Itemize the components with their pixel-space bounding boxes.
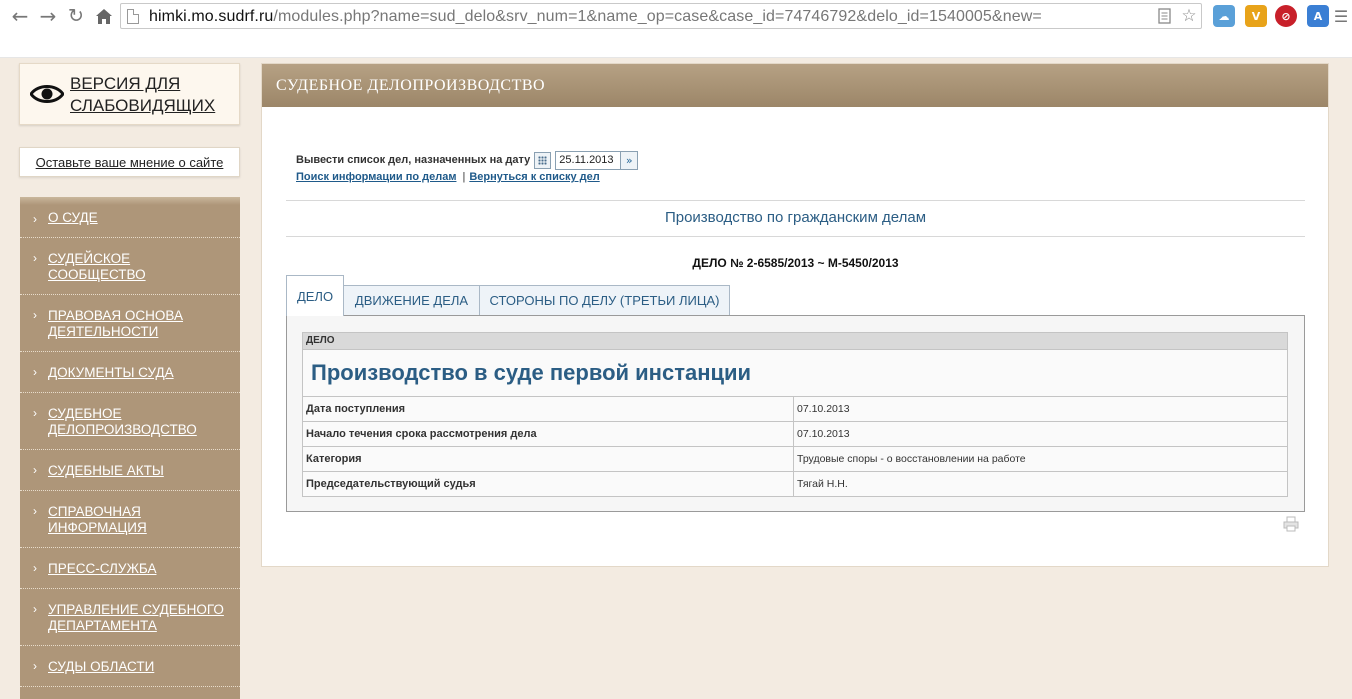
reload-icon[interactable]: ↻ [64, 4, 88, 28]
extension-translate-icon[interactable]: A [1307, 5, 1329, 27]
section-title: Производство по гражданским делам [664, 209, 927, 226]
table-row: Дата поступления 07.10.2013 [303, 396, 1287, 421]
address-bar[interactable]: himki.mo.sudrf.ru/modules.php?name=sud_d… [120, 3, 1202, 29]
arrow-right-icon: › [33, 659, 37, 673]
sidebar-item-label: СУДЕБНЫЕ АКТЫ [48, 463, 164, 478]
sidebar-item-label: О СУДЕ [48, 210, 98, 225]
submit-date-button[interactable]: » [621, 150, 639, 170]
arrow-right-icon: › [33, 251, 37, 265]
tab-label: ДВИЖЕНИЕ ДЕЛА [354, 293, 469, 308]
sidebar-item-label: ПРЕСС-СЛУЖБА [48, 561, 157, 576]
table-value: 07.10.2013 [797, 428, 850, 440]
star-icon[interactable]: ☆ [1179, 6, 1199, 26]
link-separator: | [462, 171, 466, 183]
sidebar-item-label: СПРАВОЧНАЯ ИНФОРМАЦИЯ [48, 504, 147, 535]
page-icon [127, 9, 139, 24]
sidebar-item-court-acts[interactable]: › СУДЕБНЫЕ АКТЫ [20, 450, 240, 491]
extension-cloud-icon[interactable]: ☁ [1213, 5, 1235, 27]
feedback-link[interactable]: Оставьте ваше мнение о сайте [19, 147, 240, 177]
url-host: himki.mo.sudrf.ru [149, 8, 274, 25]
menu-icon[interactable]: ☰ [1334, 4, 1348, 28]
arrow-right-icon: › [33, 212, 37, 226]
sidebar-item-judicial-department[interactable]: › УПРАВЛЕНИЕ СУДЕБНОГО ДЕПАРТАМЕНТА [20, 589, 240, 646]
main-content: СУДЕБНОЕ ДЕЛОПРОИЗВОДСТВО Вывести список… [261, 63, 1329, 567]
sidebar-item-label: ПРАВОВАЯ ОСНОВА ДЕЯТЕЛЬНОСТИ [48, 308, 183, 339]
sidebar-item-label: СУДЫ ОБЛАСТИ [48, 659, 155, 674]
tab-case-movement[interactable]: ДВИЖЕНИЕ ДЕЛА [343, 285, 480, 316]
date-filter: Вывести список дел, назначенных на дату … [296, 150, 639, 170]
low-vision-version-link[interactable]: ВЕРСИЯ ДЛЯ СЛАБОВИДЯЩИХ [19, 63, 240, 125]
table-key: Председательствующий судья [303, 472, 794, 496]
table-key: Дата поступления [303, 397, 794, 421]
arrow-right-icon: › [33, 406, 37, 420]
divider [286, 236, 1305, 237]
content-header: СУДЕБНОЕ ДЕЛОПРОИЗВОДСТВО [262, 64, 1328, 107]
url-path: /modules.php?name=sud_delo&srv_num=1&nam… [273, 8, 1042, 25]
feedback-label: Оставьте ваше мнение о сайте [35, 154, 224, 170]
sidebar-menu: › О СУДЕ › СУДЕЙСКОЕ СООБЩЕСТВО › ПРАВОВА… [20, 197, 240, 699]
arrow-right-icon: › [33, 602, 37, 616]
low-vision-label: ВЕРСИЯ ДЛЯ СЛАБОВИДЯЩИХ [70, 74, 216, 115]
tab-label: ДЕЛО [296, 288, 334, 304]
sidebar-item-case-management[interactable]: › СУДЕБНОЕ ДЕЛОПРОИЗВОДСТВО [20, 393, 240, 450]
extension-stop-icon[interactable]: ⊘ [1275, 5, 1297, 27]
sidebar-item-about[interactable]: › О СУДЕ [20, 205, 240, 238]
sidebar-item-judicial-community[interactable]: › СУДЕЙСКОЕ СООБЩЕСТВО [20, 238, 240, 295]
tab-label: СТОРОНЫ ПО ДЕЛУ (ТРЕТЬИ ЛИЦА) [489, 293, 720, 308]
print-icon[interactable] [1283, 516, 1299, 532]
table-key: Категория [303, 447, 794, 471]
tab-case[interactable]: ДЕЛО [286, 275, 344, 316]
case-links: Поиск информации по делам | Вернуться к сп… [296, 171, 600, 183]
sidebar-item-reference-info[interactable]: › СПРАВОЧНАЯ ИНФОРМАЦИЯ [20, 491, 240, 548]
case-info-table: ДЕЛО Производство в суде первой инстанци… [302, 332, 1288, 497]
table-value: Трудовые споры - о восстановлении на раб… [797, 453, 1026, 465]
extension-v-icon[interactable]: V [1245, 5, 1267, 27]
calendar-icon[interactable] [534, 151, 552, 169]
sidebar-item-regional-courts[interactable]: › СУДЫ ОБЛАСТИ [20, 646, 240, 687]
back-icon[interactable]: ← [8, 4, 32, 28]
arrow-right-icon: › [33, 561, 37, 575]
reader-icon[interactable] [1155, 6, 1175, 26]
table-row: Председательствующий судья Тягай Н.Н. [303, 471, 1287, 496]
arrow-right-icon: › [33, 463, 37, 477]
arrow-right-icon: › [33, 308, 37, 322]
sidebar-item-label: ДОКУМЕНТЫ СУДА [48, 365, 174, 380]
table-heading: Производство в суде первой инстанции [303, 349, 1287, 396]
table-value: Тягай Н.Н. [797, 478, 848, 490]
table-caption: ДЕЛО [303, 333, 1287, 349]
menu-top-bevel [20, 197, 240, 205]
eye-icon [30, 85, 64, 103]
back-to-list-link[interactable]: Вернуться к списку дел [469, 171, 599, 183]
url-text: himki.mo.sudrf.ru/modules.php?name=sud_d… [149, 8, 1042, 26]
browser-toolbar: ← → ↻ himki.mo.sudrf.ru/modules.php?name… [0, 0, 1352, 58]
divider [286, 200, 1305, 201]
sidebar-item-press-service[interactable]: › ПРЕСС-СЛУЖБА [20, 548, 240, 589]
sidebar-item-label: УПРАВЛЕНИЕ СУДЕБНОГО ДЕПАРТАМЕНТА [48, 602, 224, 633]
page-title: СУДЕБНОЕ ДЕЛОПРОИЗВОДСТВО [276, 77, 546, 94]
sidebar-item-court-documents[interactable]: › ДОКУМЕНТЫ СУДА [20, 352, 240, 393]
date-input[interactable] [555, 150, 622, 170]
table-value: 07.10.2013 [797, 403, 850, 415]
search-cases-link[interactable]: Поиск информации по делам [296, 171, 456, 183]
case-number: ДЕЛО № 2-6585/2013 ~ М-5450/2013 [692, 256, 899, 270]
tab-panel-case: ДЕЛО Производство в суде первой инстанци… [286, 315, 1305, 512]
forward-icon[interactable]: → [36, 4, 60, 28]
tab-parties[interactable]: СТОРОНЫ ПО ДЕЛУ (ТРЕТЬИ ЛИЦА) [479, 285, 730, 316]
date-filter-label: Вывести список дел, назначенных на дату [296, 154, 531, 166]
sidebar-item-label: СУДЕЙСКОЕ СООБЩЕСТВО [48, 251, 146, 282]
arrow-right-icon: › [33, 365, 37, 379]
home-icon[interactable] [92, 4, 116, 28]
table-row: Начало течения срока рассмотрения дела 0… [303, 421, 1287, 446]
sidebar-item-legal-basis[interactable]: › ПРАВОВАЯ ОСНОВА ДЕЯТЕЛЬНОСТИ [20, 295, 240, 352]
arrow-right-icon: › [33, 504, 37, 518]
table-row: Категория Трудовые споры - о восстановле… [303, 446, 1287, 471]
sidebar-item-label: СУДЕБНОЕ ДЕЛОПРОИЗВОДСТВО [48, 406, 197, 437]
table-key: Начало течения срока рассмотрения дела [303, 422, 794, 446]
